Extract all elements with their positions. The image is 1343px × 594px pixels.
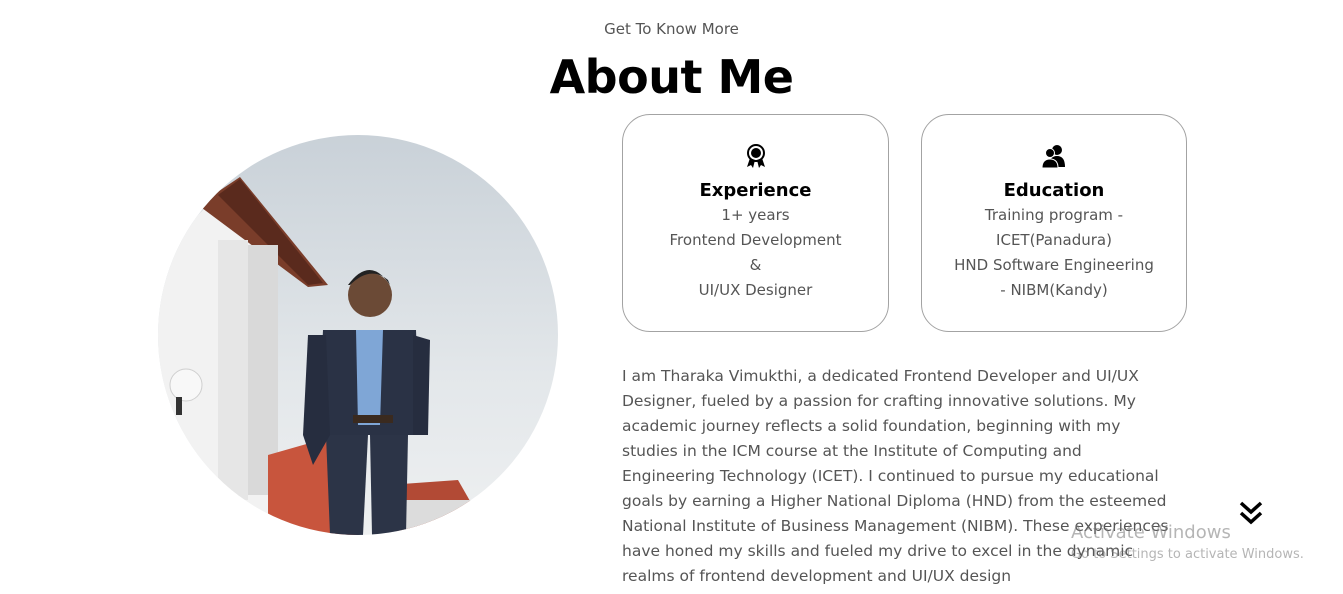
award-icon: [746, 144, 765, 168]
education-line: - NIBM(Kandy): [1000, 281, 1108, 299]
users-icon: [1041, 145, 1065, 169]
windows-activation-watermark: Activate Windows Go to Settings to activ…: [1071, 522, 1304, 564]
experience-line: UI/UX Designer: [698, 281, 813, 299]
education-line: Training program -: [984, 206, 1124, 224]
profile-photo: [158, 135, 558, 535]
section-title: About Me: [549, 50, 794, 104]
education-card: Education Training program - ICET(Panadu…: [921, 114, 1187, 332]
education-title: Education: [1003, 180, 1105, 201]
experience-line: 1+ years: [721, 206, 790, 224]
education-line: HND Software Engineering: [954, 256, 1154, 274]
bio-line: academic journey reflects a solid founda…: [622, 417, 1121, 435]
experience-card: Experience 1+ years Frontend Development…: [622, 114, 889, 332]
section-subtitle: Get To Know More: [604, 20, 739, 38]
experience-line: Frontend Development: [669, 231, 842, 249]
experience-line: &: [749, 256, 762, 274]
bio-line: realms of frontend development and UI/UX…: [622, 567, 1012, 585]
watermark-subtitle: Go to Settings to activate Windows.: [1071, 547, 1304, 562]
watermark-title: Activate Windows: [1071, 522, 1231, 543]
bio-line: I am Tharaka Vimukthi, a dedicated Front…: [622, 367, 1139, 385]
education-line: ICET(Panadura): [996, 231, 1112, 249]
bio-line: studies in the ICM course at the Institu…: [622, 442, 1082, 460]
bio-line: Designer, fueled by a passion for crafti…: [622, 392, 1136, 410]
experience-title: Experience: [699, 180, 812, 201]
bio-line: goals by earning a Higher National Diplo…: [622, 492, 1167, 510]
bio-line: Engineering Technology (ICET). I continu…: [622, 467, 1159, 485]
